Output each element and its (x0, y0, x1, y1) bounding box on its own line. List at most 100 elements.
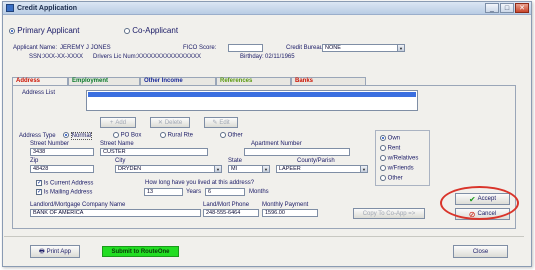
submit-routeone-button[interactable]: Submit to RouteOne (102, 246, 179, 257)
months-label: Months (249, 189, 269, 195)
ssn-label: SSN: (29, 54, 44, 60)
credit-bureau-select[interactable]: NONE ▼ (322, 44, 405, 52)
chevron-down-icon: ▼ (360, 166, 367, 172)
friends-radio-dot (380, 165, 386, 171)
close-button[interactable]: Close (453, 245, 508, 258)
tab-references[interactable]: References (216, 77, 291, 85)
tab-address[interactable]: Address (12, 77, 68, 85)
city-value: DRYDEN (118, 166, 142, 172)
city-select[interactable]: DRYDEN ▼ (115, 165, 222, 173)
address-list-label: Address List (22, 90, 56, 96)
address-type-other-radio[interactable]: Other (220, 132, 243, 139)
co-applicant-radio[interactable]: Co-Applicant (124, 26, 178, 35)
is-current-check (36, 179, 42, 186)
applicant-name-label: Applicant Name: (13, 45, 58, 51)
address-listbox[interactable] (86, 90, 418, 111)
how-long-label: How long have you lived at this address? (145, 180, 255, 186)
other-ownership-radio-dot (380, 175, 386, 181)
monthly-payment-input[interactable]: 1596.00 (262, 209, 318, 217)
months-input[interactable]: 6 (205, 188, 245, 196)
rent-label: Rent (387, 145, 401, 152)
other-type-radio-dot (220, 132, 226, 138)
is-mailing-check (36, 188, 42, 195)
is-current-label: Is Current Address (43, 180, 94, 187)
edit-address-button[interactable]: ✎ Edit (204, 117, 238, 128)
tab-strip: Address Employment Other Income Referenc… (12, 77, 516, 85)
credit-bureau-value: NONE (325, 45, 341, 51)
tab-employment[interactable]: Employment (68, 77, 140, 85)
print-app-button[interactable]: 🖶 Print App (30, 245, 80, 258)
county-select[interactable]: LAPEER ▼ (276, 165, 368, 173)
birthday-value: 02/11/1965 (265, 54, 295, 60)
county-value: LAPEER (279, 166, 301, 172)
landlord-label: Landlord/Mortgage Company Name (30, 202, 126, 208)
fico-score-label: FICO Score: (183, 45, 217, 51)
years-input[interactable]: 13 (144, 188, 183, 196)
chevron-down-icon: ▼ (262, 166, 269, 172)
apartment-number-label: Apartment Number (251, 141, 302, 147)
street-number-input[interactable]: 3438 (30, 148, 94, 156)
address-type-rural-radio[interactable]: Rural Rte (160, 132, 193, 139)
bottom-separator (4, 236, 524, 237)
normal-label: Normal (70, 131, 93, 140)
own-label: Own (387, 135, 401, 142)
monthly-payment-label: Monthly Payment (262, 202, 309, 208)
close-window-button[interactable]: ✕ (515, 3, 529, 13)
years-label: Years (186, 189, 202, 195)
address-type-pobox-radio[interactable]: PO Box (113, 132, 141, 139)
relatives-radio[interactable]: w/Relatives (380, 155, 418, 162)
rent-radio[interactable]: Rent (380, 145, 400, 152)
accept-highlight-ring (440, 186, 519, 220)
rent-radio-dot (380, 145, 386, 151)
landlord-input[interactable]: BANK OF AMERICA (30, 209, 201, 217)
edit-label: Edit (219, 119, 230, 126)
street-name-input[interactable]: CUSTER (100, 148, 208, 156)
friends-radio[interactable]: w/Friends (380, 165, 414, 172)
co-applicant-radio-dot (124, 27, 130, 34)
is-mailing-label: Is Mailing Address (43, 189, 93, 196)
primary-applicant-radio[interactable]: Primary Applicant (9, 26, 79, 35)
own-radio[interactable]: Own (380, 135, 400, 142)
relatives-radio-dot (380, 155, 386, 161)
is-mailing-address-checkbox[interactable]: Is Mailing Address (36, 188, 93, 196)
zip-input[interactable]: 48428 (30, 165, 94, 173)
street-name-label: Street Name (100, 141, 134, 147)
delete-x-icon: ✕ (157, 120, 163, 126)
applicant-name-value: JEREMY J JONES (60, 45, 111, 51)
address-type-label: Address Type (19, 133, 56, 139)
relatives-label: w/Relatives (387, 155, 419, 162)
is-current-address-checkbox[interactable]: Is Current Address (36, 179, 94, 187)
tab-banks[interactable]: Banks (291, 77, 366, 85)
maximize-button[interactable]: □ (500, 3, 514, 13)
zip-label: Zip (30, 158, 39, 164)
birthday-label: Birthday: (240, 54, 264, 60)
other-ownership-radio[interactable]: Other (380, 175, 403, 182)
city-label: City (115, 158, 126, 164)
other-ownership-label: Other (387, 175, 403, 182)
pobox-label: PO Box (120, 132, 142, 139)
own-radio-dot (380, 135, 386, 141)
street-number-label: Street Number (30, 141, 70, 147)
co-applicant-label: Co-Applicant (132, 26, 179, 35)
minimize-button[interactable]: _ (485, 3, 499, 13)
phone-input[interactable]: 248-555-6464 (203, 209, 259, 217)
add-address-button[interactable]: + Add (100, 117, 136, 128)
address-list-selected-row[interactable] (88, 92, 416, 97)
drivers-lic-value: XXXXXXXXXXXXXXXX (137, 54, 202, 60)
printer-icon: 🖶 (38, 248, 45, 255)
tab-other-income[interactable]: Other Income (140, 77, 216, 85)
edit-pencil-icon: ✎ (212, 120, 218, 126)
title-bar: Credit Application _ □ ✕ (3, 2, 531, 15)
apartment-number-input[interactable] (244, 148, 350, 156)
window-title: Credit Application (17, 4, 78, 12)
address-type-normal-radio[interactable]: Normal (63, 131, 93, 140)
fico-score-input[interactable] (228, 44, 263, 52)
state-select[interactable]: MI ▼ (228, 165, 270, 173)
copy-to-coapp-button[interactable]: Copy To Co-App => (353, 208, 425, 219)
chevron-down-icon: ▼ (397, 45, 404, 51)
delete-address-button[interactable]: ✕ Delete (150, 117, 190, 128)
chevron-down-icon: ▼ (214, 166, 221, 172)
state-value: MI (231, 166, 238, 172)
pobox-radio-dot (113, 132, 119, 138)
ssn-value: XXX-XX-XXXX (43, 54, 84, 60)
